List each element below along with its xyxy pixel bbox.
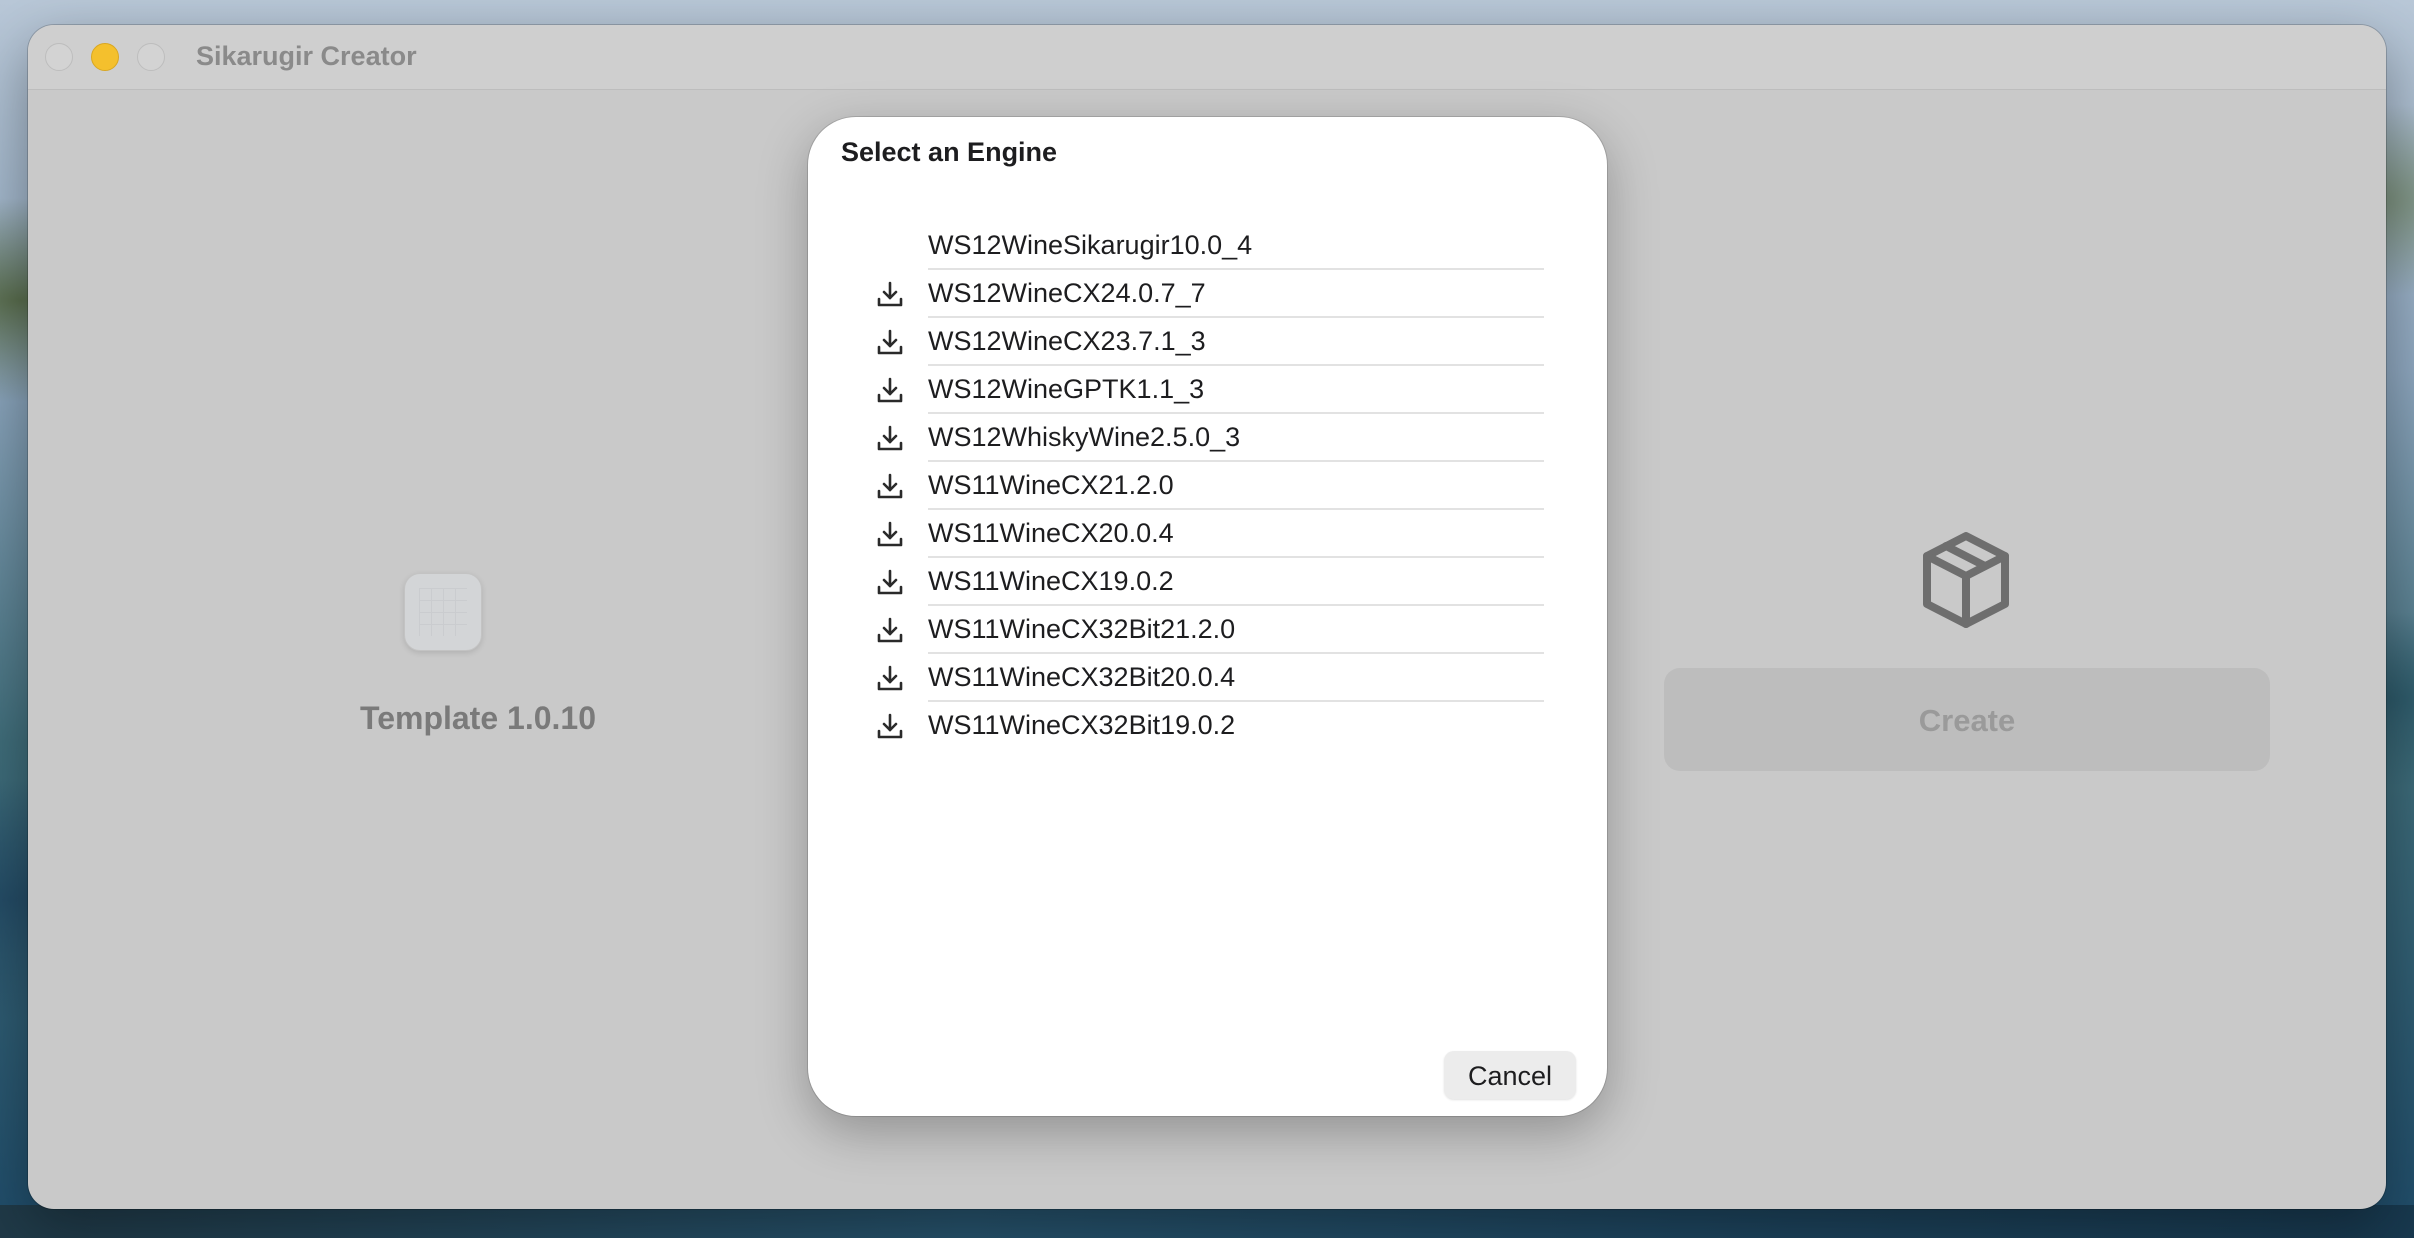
window-title: Sikarugir Creator (196, 41, 417, 71)
download-icon[interactable] (874, 614, 906, 646)
engine-name: WS12WineSikarugir10.0_4 (928, 222, 1544, 270)
engine-list-item[interactable]: WS11WineCX20.0.4 (868, 510, 1550, 558)
engine-name: WS11WineCX32Bit21.2.0 (928, 606, 1544, 654)
engine-list-item[interactable]: WS12WineCX24.0.7_7 (868, 270, 1550, 318)
engine-list-item[interactable]: WS11WineCX21.2.0 (868, 462, 1550, 510)
desktop-wallpaper-bottom (0, 1205, 2414, 1238)
download-icon[interactable] (874, 566, 906, 598)
download-icon[interactable] (874, 710, 906, 742)
engine-name: WS11WineCX32Bit19.0.2 (928, 710, 1236, 740)
engine-list: WS12WineSikarugir10.0_4 WS12WineCX24.0.7_… (868, 222, 1550, 750)
close-window-button[interactable] (45, 43, 73, 71)
engine-list-item[interactable]: WS11WineCX32Bit20.0.4 (868, 654, 1550, 702)
sheet-title: Select an Engine (841, 137, 1058, 167)
engine-list-item[interactable]: WS11WineCX19.0.2 (868, 558, 1550, 606)
download-icon[interactable] (874, 326, 906, 358)
engine-name: WS11WineCX21.2.0 (928, 462, 1544, 510)
engine-name: WS12WhiskyWine2.5.0_3 (928, 414, 1544, 462)
engine-list-item[interactable]: WS12WineSikarugir10.0_4 (868, 222, 1550, 270)
download-icon[interactable] (874, 518, 906, 550)
engine-list-item[interactable]: WS12WineCX23.7.1_3 (868, 318, 1550, 366)
engine-list-item[interactable]: WS12WhiskyWine2.5.0_3 (868, 414, 1550, 462)
engine-name: WS11WineCX20.0.4 (928, 510, 1544, 558)
title-bar: Sikarugir Creator (28, 25, 2386, 90)
engine-list-item[interactable]: WS12WineGPTK1.1_3 (868, 366, 1550, 414)
package-box-icon (1923, 532, 2009, 628)
engine-name: WS11WineCX19.0.2 (928, 558, 1544, 606)
select-engine-sheet: Select an Engine WS12WineSikarugir10.0_4… (808, 117, 1607, 1116)
engine-name: WS11WineCX32Bit20.0.4 (928, 654, 1544, 702)
download-icon[interactable] (874, 422, 906, 454)
create-button[interactable]: Create (1664, 668, 2270, 771)
download-icon[interactable] (874, 470, 906, 502)
download-icon[interactable] (874, 278, 906, 310)
template-grid-icon (404, 573, 482, 651)
download-icon[interactable] (874, 662, 906, 694)
engine-name: WS12WineCX23.7.1_3 (928, 318, 1544, 366)
download-icon[interactable] (874, 374, 906, 406)
cancel-button[interactable]: Cancel (1444, 1051, 1576, 1099)
engine-list-item[interactable]: WS11WineCX32Bit21.2.0 (868, 606, 1550, 654)
engine-list-item[interactable]: WS11WineCX32Bit19.0.2 (868, 702, 1550, 750)
engine-name: WS12WineCX24.0.7_7 (928, 270, 1544, 318)
zoom-window-button[interactable] (137, 43, 165, 71)
template-version-label: Template 1.0.10 (360, 700, 596, 736)
engine-name: WS12WineGPTK1.1_3 (928, 366, 1544, 414)
minimize-window-button[interactable] (91, 43, 119, 71)
